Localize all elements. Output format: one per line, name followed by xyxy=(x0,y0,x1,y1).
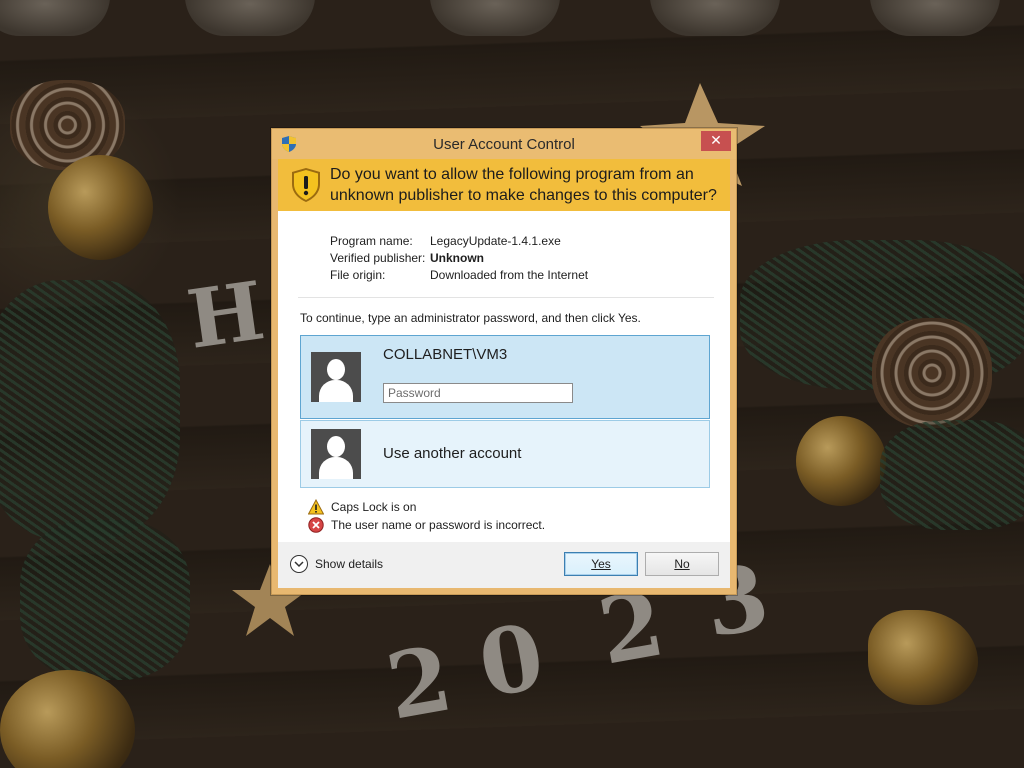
instruction-text: To continue, type an administrator passw… xyxy=(300,311,641,325)
ornament-ball xyxy=(185,0,315,36)
letter-h: H xyxy=(181,263,270,367)
password-field[interactable] xyxy=(383,383,573,403)
ornament-ball xyxy=(650,0,780,36)
caps-lock-text: Caps Lock is on xyxy=(331,500,417,514)
yes-button[interactable]: Yes xyxy=(564,552,638,576)
gold-bell xyxy=(868,610,978,705)
use-another-account-label: Use another account xyxy=(383,445,522,462)
pine-branch xyxy=(0,280,180,540)
show-details-toggle[interactable]: Show details xyxy=(290,555,383,573)
uac-dialog: User Account Control ✕ Do you want to al… xyxy=(271,128,737,595)
dialog-title: User Account Control xyxy=(433,136,575,153)
no-button[interactable]: No xyxy=(645,552,719,576)
desktop-background: H 2 0 2 3 User Account Control ✕ Do you … xyxy=(0,0,1024,768)
caps-lock-warning: Caps Lock is on xyxy=(308,499,416,515)
program-name-value: LegacyUpdate-1.4.1.exe xyxy=(430,234,561,248)
publisher-label: Verified publisher: xyxy=(330,251,426,265)
account-tile-current[interactable]: COLLABNET\VM3 xyxy=(300,335,710,419)
chevron-down-icon xyxy=(290,555,308,573)
gold-ornament xyxy=(0,670,135,768)
pinecone xyxy=(872,318,992,428)
program-name-row: Program name: LegacyUpdate-1.4.1.exe xyxy=(330,233,588,250)
user-avatar-icon xyxy=(311,429,361,479)
error-text: The user name or password is incorrect. xyxy=(331,518,546,532)
login-error: The user name or password is incorrect. xyxy=(308,517,545,533)
account-name: COLLABNET\VM3 xyxy=(383,346,508,363)
user-avatar-icon xyxy=(311,352,361,402)
program-name-label: Program name: xyxy=(330,234,413,248)
publisher-value: Unknown xyxy=(430,251,484,265)
origin-row: File origin: Downloaded from the Interne… xyxy=(330,267,588,284)
warning-triangle-icon xyxy=(308,499,324,515)
title-bar[interactable]: User Account Control ✕ xyxy=(272,129,736,159)
gold-ornament xyxy=(48,155,153,260)
program-info: Program name: LegacyUpdate-1.4.1.exe Ver… xyxy=(330,233,588,284)
ornament-ball xyxy=(0,0,110,36)
close-button[interactable]: ✕ xyxy=(701,131,731,151)
publisher-row: Verified publisher: Unknown xyxy=(330,250,588,267)
question-text: Do you want to allow the following progr… xyxy=(330,166,717,204)
ornament-ball xyxy=(430,0,560,36)
digit-0: 0 xyxy=(471,603,552,719)
origin-value: Downloaded from the Internet xyxy=(430,268,589,282)
digit-2: 2 xyxy=(379,625,460,741)
account-tile-other[interactable]: Use another account xyxy=(300,420,710,488)
warning-shield-icon xyxy=(292,168,320,202)
dialog-body: Program name: LegacyUpdate-1.4.1.exe Ver… xyxy=(278,211,730,542)
error-icon xyxy=(308,517,324,533)
ornament-ball xyxy=(870,0,1000,36)
dialog-footer: Show details Yes No xyxy=(278,542,730,588)
question-banner: Do you want to allow the following progr… xyxy=(278,159,730,211)
gold-ornament xyxy=(796,416,886,506)
divider xyxy=(298,297,714,298)
show-details-label: Show details xyxy=(315,557,384,571)
pine-branch xyxy=(20,520,190,680)
origin-label: File origin: xyxy=(330,268,386,282)
pine-branch xyxy=(880,420,1024,530)
